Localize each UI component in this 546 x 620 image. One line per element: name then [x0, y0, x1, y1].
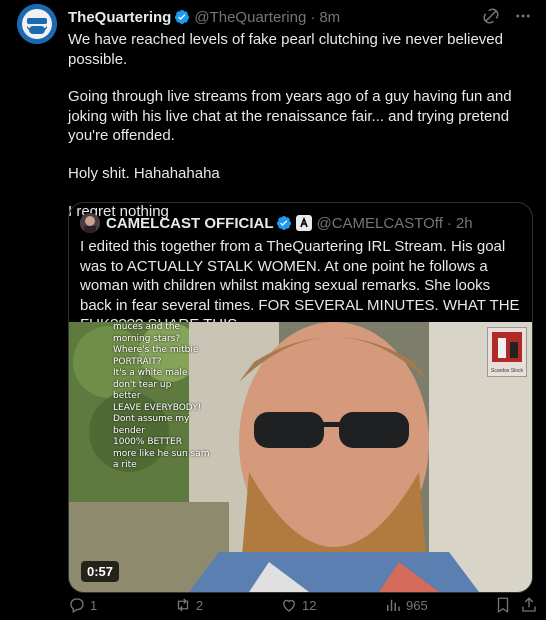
share-icon: [520, 596, 538, 614]
chat-line: better: [113, 391, 141, 401]
header-icons: [482, 7, 532, 25]
repost-button[interactable]: 2: [174, 596, 203, 614]
tweet-time[interactable]: 8m: [319, 9, 340, 26]
affiliate-badge-icon: [296, 215, 313, 231]
quote-text: I edited this together from a TheQuarter…: [80, 238, 520, 333]
quote-author-avatar[interactable]: [80, 213, 100, 233]
reply-button[interactable]: 1: [68, 596, 97, 614]
grok-icon[interactable]: [482, 7, 500, 25]
share-button[interactable]: [520, 596, 538, 614]
chat-line: Dont assume my: [113, 414, 190, 424]
stream-logo: Scardox Slock: [487, 327, 527, 377]
bookmark-button[interactable]: [494, 596, 512, 614]
chat-line: PORTRAIT?: [113, 356, 162, 367]
tweet-actions: 1 2 12 965: [68, 596, 538, 616]
chat-line: a rite: [113, 460, 137, 470]
heart-icon: [280, 596, 298, 614]
quote-author-name[interactable]: CAMELCAST OFFICIAL: [106, 215, 273, 232]
quoted-tweet[interactable]: CAMELCAST OFFICIAL @CAMELCASTOff · 2h I …: [68, 202, 533, 593]
stream-chat-overlay: muces and the morning stars? Where's the…: [113, 322, 223, 472]
like-button[interactable]: 12: [280, 596, 316, 614]
chat-line: more like he sun sam: [113, 448, 210, 459]
quote-separator: ·: [446, 214, 452, 232]
chat-line: muces and the: [113, 322, 181, 332]
verified-badge-icon: [276, 215, 292, 231]
tweet-paragraph: Holy shit. Hahahahaha: [68, 164, 220, 182]
author-avatar[interactable]: [17, 4, 57, 44]
author-handle[interactable]: @TheQuartering: [194, 9, 306, 26]
tweet-paragraph: We have reached levels of fake pearl clu…: [68, 31, 503, 68]
bookmark-icon: [494, 596, 512, 614]
reply-icon: [68, 596, 86, 614]
chat-line: don't tear up: [113, 379, 172, 390]
header-separator: ·: [310, 8, 316, 26]
more-options-icon[interactable]: [514, 7, 532, 25]
repost-icon: [174, 596, 192, 614]
views-button[interactable]: 965: [384, 596, 428, 614]
reply-count: 1: [90, 597, 98, 613]
chat-line: LEAVE EVERYBODY!: [113, 402, 202, 413]
avatar-image: [17, 4, 57, 44]
views-count: 965: [406, 597, 428, 613]
views-icon: [384, 596, 402, 614]
chat-line: Where's the mitbie: [113, 345, 199, 355]
author-name[interactable]: TheQuartering: [68, 9, 171, 26]
quote-header: CAMELCAST OFFICIAL @CAMELCASTOff · 2h: [80, 213, 473, 233]
quote-author-handle[interactable]: @CAMELCASTOff: [316, 215, 442, 232]
stream-logo-text: Scardox Slock: [491, 368, 523, 374]
chat-line: bender: [113, 425, 145, 436]
tweet-paragraph: Going through live streams from years ag…: [68, 88, 512, 145]
repost-count: 2: [196, 597, 204, 613]
verified-badge-icon: [174, 9, 190, 25]
chat-line: 1000% BETTER: [113, 437, 182, 447]
video-duration: 0:57: [81, 561, 120, 582]
like-count: 12: [302, 597, 317, 613]
tweet[interactable]: TheQuartering @TheQuartering · 8m We hav…: [0, 0, 546, 620]
quote-time[interactable]: 2h: [456, 215, 473, 232]
chat-line: morning stars?: [113, 333, 181, 344]
chat-line: It's a white male: [113, 368, 188, 378]
video-player[interactable]: muces and the morning stars? Where's the…: [69, 322, 532, 592]
tweet-header: TheQuartering @TheQuartering · 8m: [68, 7, 532, 27]
